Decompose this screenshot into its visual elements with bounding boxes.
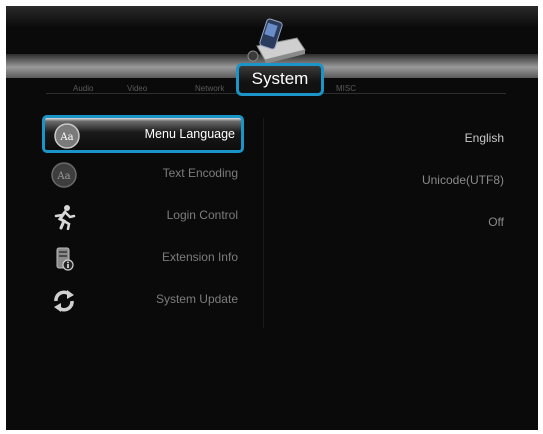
menu-item-extension-info[interactable]: Extension Info [42, 241, 244, 279]
refresh-arrows-icon [50, 287, 78, 315]
menu-label: Login Control [166, 208, 238, 222]
text-encoding-icon: Aa [50, 161, 78, 189]
extension-info-icon [50, 245, 78, 273]
tab-network[interactable]: Network [195, 84, 224, 93]
menu-item-menu-language[interactable]: Aa Menu Language [42, 115, 244, 153]
tab-audio[interactable]: Audio [73, 84, 93, 93]
language-icon: Aa [53, 122, 81, 150]
tab-video[interactable]: Video [127, 84, 147, 93]
value-menu-language: English [464, 131, 504, 145]
svg-text:Aa: Aa [59, 132, 73, 143]
column-divider [263, 118, 264, 328]
menu-item-login-control[interactable]: Login Control [42, 199, 244, 237]
menu-label: Menu Language [144, 127, 235, 141]
settings-screen: Audio Video Network System MISC Aa Menu … [6, 6, 538, 430]
value-login-control: Off [488, 215, 504, 229]
menu-item-system-update[interactable]: System Update [42, 283, 244, 321]
menu-label: Text Encoding [162, 166, 238, 180]
running-person-icon [50, 203, 78, 231]
value-text-encoding: Unicode(UTF8) [421, 173, 504, 187]
menu-label: System Update [155, 292, 238, 306]
svg-text:Aa: Aa [56, 171, 70, 182]
menu-label: Extension Info [161, 250, 238, 264]
menu-item-text-encoding[interactable]: Aa Text Encoding [42, 157, 244, 195]
tab-misc[interactable]: MISC [336, 84, 356, 93]
tab-system[interactable]: System [236, 63, 324, 96]
